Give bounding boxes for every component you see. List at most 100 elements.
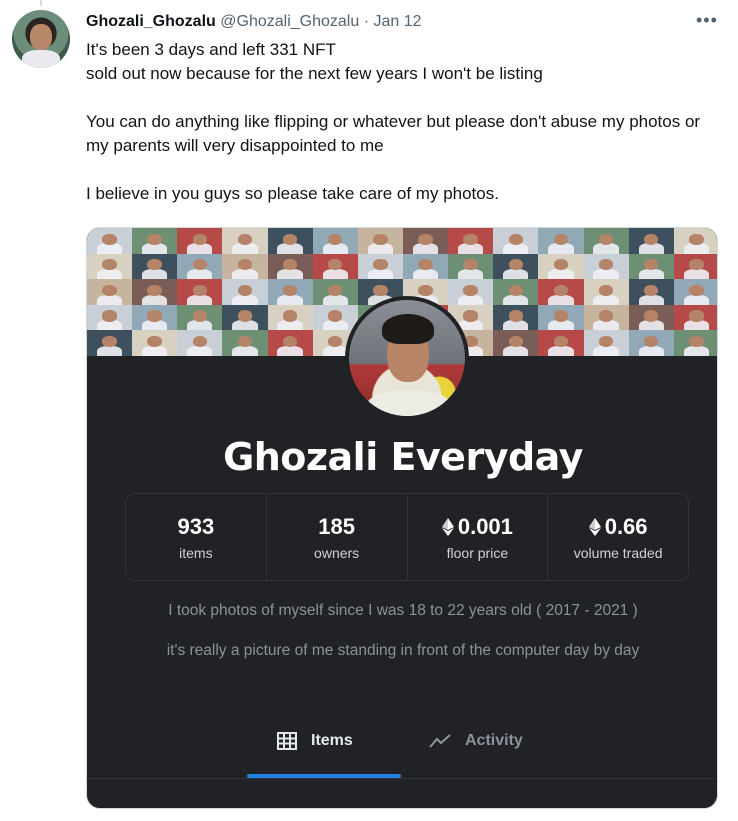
mosaic-photo-tile (628, 279, 674, 305)
mosaic-photo-tile (673, 304, 717, 331)
mosaic-photo-tile (87, 330, 133, 356)
mosaic-photo-tile (493, 304, 539, 331)
stats-panel: 933 items 185 owners 0.001 floor price 0… (125, 493, 689, 581)
collection-title: Ghozali Everyday (223, 435, 583, 479)
stat-owners[interactable]: 185 owners (267, 494, 408, 580)
author-handle[interactable]: @Ghozali_Ghozalu (220, 13, 359, 30)
author-avatar[interactable] (12, 10, 70, 68)
mosaic-photo-tile (267, 228, 313, 254)
mosaic-photo-tile (628, 330, 674, 356)
mosaic-photo-tile (267, 253, 313, 280)
mosaic-photo-tile (132, 304, 178, 331)
mosaic-photo-tile (222, 304, 268, 331)
tab-label: Activity (465, 732, 523, 749)
mosaic-photo-tile (583, 228, 629, 254)
mosaic-photo-tile (493, 228, 539, 254)
mosaic-photo-tile (222, 330, 268, 356)
mosaic-photo-tile (628, 253, 674, 280)
separator-dot: · (363, 13, 370, 30)
tab-activity[interactable]: Activity (429, 732, 523, 750)
mosaic-photo-tile (177, 304, 223, 331)
tweet-line: I believe in you guys so please take car… (86, 184, 499, 203)
mosaic-photo-tile (583, 330, 629, 356)
mosaic-photo-tile (628, 228, 674, 254)
mosaic-photo-tile (583, 279, 629, 305)
mosaic-photo-tile (673, 228, 717, 254)
mosaic-photo-tile (222, 279, 268, 305)
grid-icon (277, 732, 297, 750)
mosaic-photo-tile (448, 253, 494, 280)
mosaic-photo-tile (583, 304, 629, 331)
mosaic-photo-tile (538, 330, 584, 356)
mosaic-photo-tile (538, 228, 584, 254)
stat-items[interactable]: 933 items (126, 494, 267, 580)
tweet-header: Ghozali_Ghozalu @Ghozali_Ghozalu · Jan 1… (86, 12, 422, 32)
collection-profile-image (345, 296, 469, 420)
mosaic-photo-tile (87, 279, 133, 305)
mosaic-photo-tile (628, 304, 674, 331)
mosaic-photo-tile (312, 253, 358, 280)
tab-label: Items (311, 732, 353, 749)
mosaic-photo-tile (87, 228, 133, 254)
activity-chart-icon (429, 734, 451, 748)
stat-value-row: 0.001 (441, 513, 513, 541)
nft-collection-card[interactable]: Ghozali Everyday 933 items 185 owners 0.… (86, 227, 718, 809)
tweet-date[interactable]: Jan 12 (373, 13, 421, 30)
stat-value: 0.001 (457, 514, 513, 539)
mosaic-photo-tile (177, 253, 223, 280)
mosaic-photo-tile (87, 304, 133, 331)
mosaic-photo-tile (448, 279, 494, 305)
stat-volume-traded[interactable]: 0.66 volume traded (548, 494, 688, 580)
mosaic-photo-tile (448, 228, 494, 254)
mosaic-photo-tile (493, 279, 539, 305)
mosaic-photo-tile (267, 304, 313, 331)
mosaic-photo-tile (357, 228, 403, 254)
mosaic-photo-tile (538, 304, 584, 331)
mosaic-photo-tile (673, 330, 717, 356)
collection-description: I took photos of myself since I was 18 t… (168, 602, 638, 619)
mosaic-photo-tile (132, 279, 178, 305)
stat-value-row: 0.66 (588, 513, 648, 541)
more-horizontal-icon[interactable]: ••• (696, 11, 718, 29)
mosaic-photo-tile (312, 279, 358, 305)
mosaic-photo-tile (673, 253, 717, 280)
tabs-divider (87, 778, 717, 779)
stat-floor-price[interactable]: 0.001 floor price (408, 494, 549, 580)
stat-label: volume traded (573, 545, 663, 561)
mosaic-photo-tile (267, 330, 313, 356)
mosaic-photo-tile (222, 253, 268, 280)
mosaic-photo-tile (493, 253, 539, 280)
tweet-line: It's been 3 days and left 331 NFT (86, 40, 336, 59)
mosaic-photo-tile (222, 228, 268, 254)
mosaic-photo-tile (402, 253, 449, 280)
collection-tabs: Items Activity (87, 732, 717, 772)
mosaic-photo-tile (673, 279, 717, 305)
stat-label: items (179, 545, 213, 561)
author-display-name[interactable]: Ghozali_Ghozalu (86, 13, 216, 30)
tweet-text: It's been 3 days and left 331 NFT sold o… (86, 38, 706, 206)
mosaic-photo-tile (312, 304, 358, 331)
stat-value: 933 (177, 514, 215, 539)
mosaic-photo-tile (132, 228, 178, 254)
stat-label: owners (314, 545, 360, 561)
stat-label: floor price (446, 545, 509, 561)
ethereum-icon (441, 518, 454, 536)
tab-items[interactable]: Items (277, 732, 353, 750)
mosaic-photo-tile (267, 279, 313, 305)
stat-value: 185 (318, 514, 355, 539)
tweet-line: sold out now because for the next few ye… (86, 64, 543, 83)
stat-value: 0.66 (604, 514, 648, 539)
mosaic-photo-tile (132, 330, 178, 356)
mosaic-photo-tile (538, 279, 584, 305)
mosaic-photo-tile (312, 228, 358, 254)
ethereum-icon (588, 518, 601, 536)
thread-line (40, 0, 42, 6)
mosaic-photo-tile (493, 330, 539, 356)
mosaic-photo-tile (583, 253, 629, 280)
mosaic-photo-tile (177, 330, 223, 356)
mosaic-photo-tile (87, 253, 133, 280)
mosaic-photo-tile (132, 253, 178, 280)
collection-description: it's really a picture of me standing in … (166, 642, 640, 659)
mosaic-photo-tile (538, 253, 584, 280)
tweet-line: You can do anything like flipping or wha… (86, 112, 701, 155)
